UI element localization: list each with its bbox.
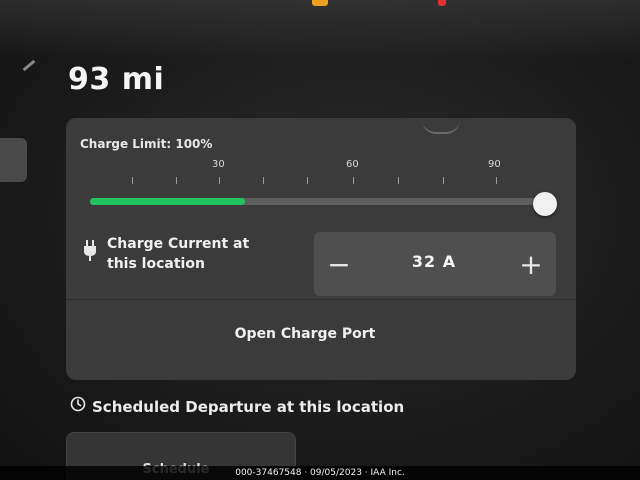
panel-divider bbox=[66, 299, 576, 300]
tick-label-60: 60 bbox=[346, 159, 359, 170]
status-indicator-amber bbox=[312, 0, 328, 6]
charge-limit-label: Charge Limit: 100% bbox=[80, 137, 213, 151]
side-panel-tab[interactable] bbox=[0, 138, 27, 182]
charge-current-label-line1: Charge Current at bbox=[107, 236, 250, 252]
screen-glare bbox=[0, 0, 640, 60]
charge-current-label: Charge Current at this location bbox=[107, 234, 287, 274]
tick-label-30: 30 bbox=[212, 159, 225, 170]
slider-tick bbox=[398, 177, 399, 184]
charge-current-stepper: − 32 A + bbox=[314, 232, 556, 296]
increase-current-button[interactable]: + bbox=[506, 232, 556, 296]
tick-label-90: 90 bbox=[488, 159, 501, 170]
auction-watermark: 000-37467548 · 09/05/2023 · IAA Inc. bbox=[0, 466, 640, 480]
charge-current-value: 32 A bbox=[411, 252, 457, 271]
charge-limit-slider[interactable] bbox=[90, 198, 546, 205]
slider-tick bbox=[219, 177, 220, 184]
slider-tick bbox=[307, 177, 308, 184]
slider-tick bbox=[353, 177, 354, 184]
slider-tick bbox=[176, 177, 177, 184]
plug-icon bbox=[84, 240, 96, 261]
scheduled-departure-title: Scheduled Departure at this location bbox=[92, 398, 405, 416]
clock-icon bbox=[70, 396, 86, 412]
slider-tick bbox=[443, 177, 444, 184]
slider-tick bbox=[496, 177, 497, 184]
status-indicator-red bbox=[438, 0, 446, 6]
charge-current-label-line2: this location bbox=[107, 256, 205, 272]
open-charge-port-button[interactable]: Open Charge Port bbox=[66, 326, 544, 342]
decrease-current-button[interactable]: − bbox=[314, 232, 364, 296]
slider-tick bbox=[132, 177, 133, 184]
charge-limit-slider-thumb[interactable] bbox=[533, 192, 557, 216]
slider-tick bbox=[263, 177, 264, 184]
tesla-charging-screen: 93 mi Charge Limit: 100% 30 60 90 Charge… bbox=[0, 0, 640, 480]
left-edge-mark bbox=[22, 59, 36, 72]
range-display: 93 mi bbox=[68, 62, 165, 97]
charge-level-fill bbox=[90, 198, 246, 205]
